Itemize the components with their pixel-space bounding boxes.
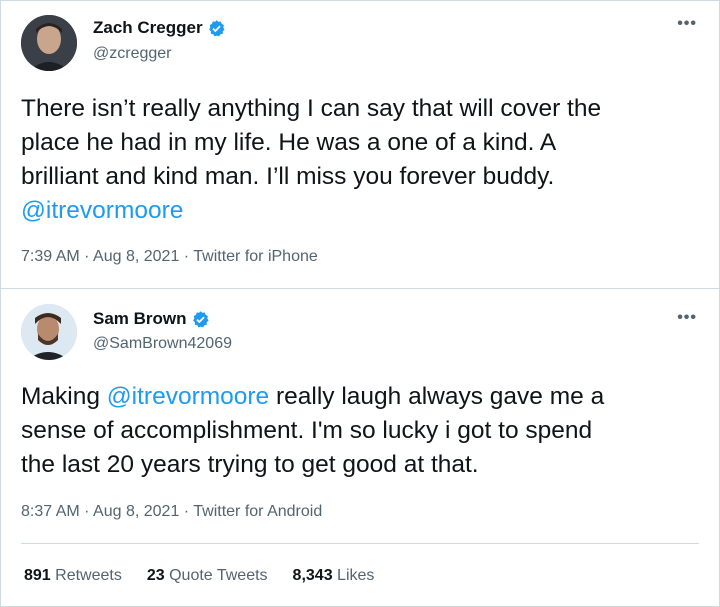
tweet-stats: 891 Retweets 23 Quote Tweets 8,343 Likes bbox=[24, 567, 374, 585]
likes-stat[interactable]: 8,343 Likes bbox=[293, 567, 375, 585]
handle[interactable]: @SamBrown42069 bbox=[93, 335, 232, 353]
tweet-text-line: the last 20 years trying to get good at … bbox=[21, 451, 479, 478]
retweets-label: Retweets bbox=[55, 567, 122, 584]
tweet-text-line: sense of accomplishment. I'm so lucky i … bbox=[21, 417, 593, 444]
tweet-screenshot: Zach Cregger @zcregger ••• There isn’t r… bbox=[0, 0, 720, 607]
avatar[interactable] bbox=[21, 304, 77, 360]
mention-link[interactable]: @itrevormoore bbox=[21, 197, 183, 224]
tweet-text: Making @itrevormoore really laugh always… bbox=[21, 380, 699, 482]
display-name[interactable]: Zach Cregger bbox=[93, 18, 203, 38]
display-name[interactable]: Sam Brown bbox=[93, 309, 187, 329]
verified-badge-icon bbox=[192, 310, 209, 327]
likes-label: Likes bbox=[337, 567, 375, 584]
quote-tweets-label: Quote Tweets bbox=[169, 567, 268, 584]
retweets-count: 891 bbox=[24, 567, 51, 584]
tweet-zach-cregger: Zach Cregger @zcregger ••• There isn’t r… bbox=[1, 1, 719, 289]
tweet-text: There isn’t really anything I can say th… bbox=[21, 92, 699, 228]
tweet-sam-brown: Sam Brown @SamBrown42069 ••• Making @itr… bbox=[1, 289, 719, 605]
handle[interactable]: @zcregger bbox=[93, 45, 172, 63]
avatar[interactable] bbox=[21, 15, 77, 71]
tweet-text-line: Making @itrevormoore really laugh always… bbox=[21, 380, 699, 414]
mention-link[interactable]: @itrevormoore bbox=[107, 383, 269, 410]
retweets-stat[interactable]: 891 Retweets bbox=[24, 567, 122, 585]
tweet-text-fragment: Making bbox=[21, 383, 107, 410]
tweet-text-fragment: really laugh always gave me a bbox=[269, 383, 605, 410]
tweet-timestamp[interactable]: 8:37 AM · Aug 8, 2021 · Twitter for Andr… bbox=[21, 503, 322, 521]
tweet-text-line: place he had in my life. He was a one of… bbox=[21, 129, 557, 156]
divider bbox=[21, 543, 699, 544]
tweet-text-line: There isn’t really anything I can say th… bbox=[21, 95, 602, 122]
tweet-text-line: brilliant and kind man. I’ll miss you fo… bbox=[21, 163, 555, 190]
likes-count: 8,343 bbox=[292, 567, 333, 584]
more-icon[interactable]: ••• bbox=[677, 15, 697, 33]
tweet-timestamp[interactable]: 7:39 AM · Aug 8, 2021 · Twitter for iPho… bbox=[21, 248, 318, 266]
quote-tweets-stat[interactable]: 23 Quote Tweets bbox=[147, 567, 268, 585]
more-icon[interactable]: ••• bbox=[677, 309, 697, 327]
quote-tweets-count: 23 bbox=[146, 567, 165, 584]
verified-badge-icon bbox=[208, 19, 225, 36]
